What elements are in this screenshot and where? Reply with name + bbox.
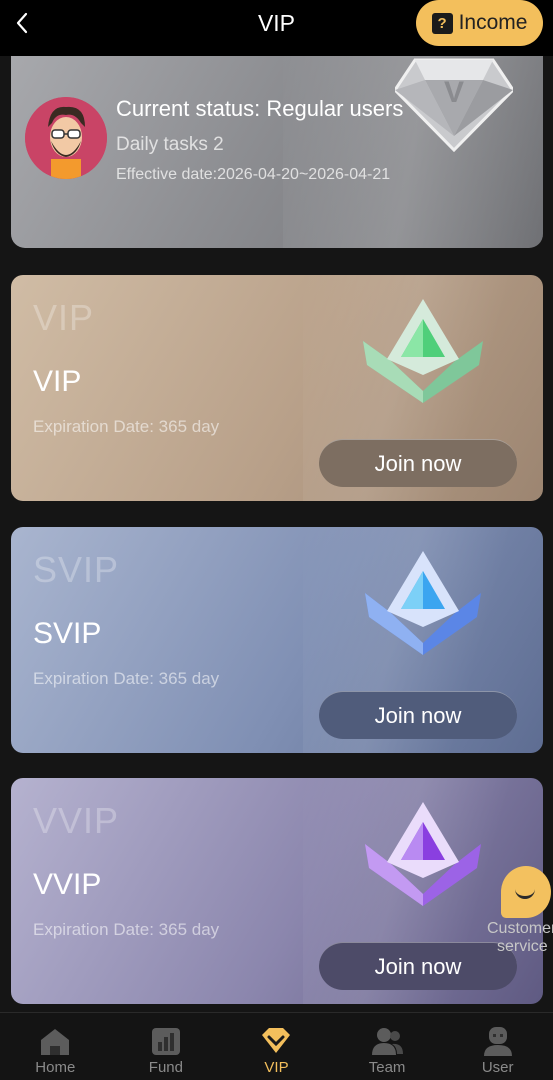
- chat-bubble-icon: [501, 866, 551, 918]
- top-bar: VIP ? Income: [0, 0, 553, 56]
- vvip-tier-card: VVIP VVIP Expiration Date: 365 day Join …: [11, 778, 543, 1004]
- tier-watermark: VVIP: [33, 800, 120, 841]
- svip-tier-card: SVIP SVIP Expiration Date: 365 day Join …: [11, 527, 543, 753]
- nav-home[interactable]: Home: [0, 1013, 111, 1080]
- bottom-nav: Home Fund VIP Team User: [0, 1012, 553, 1080]
- nav-user[interactable]: User: [442, 1013, 553, 1080]
- income-button[interactable]: ? Income: [416, 0, 543, 46]
- customer-service-button[interactable]: Customer service: [485, 866, 553, 961]
- daily-tasks-text: Daily tasks 2: [116, 134, 224, 155]
- avatar-illustration: [25, 97, 107, 179]
- current-status-card: V Current status: Regular users Daily ta…: [11, 40, 543, 248]
- question-icon: ?: [431, 12, 453, 34]
- nav-fund[interactable]: Fund: [111, 1013, 222, 1080]
- tier-expiration: Expiration Date: 365 day: [33, 669, 220, 688]
- nav-vip[interactable]: VIP: [221, 1013, 332, 1080]
- vip-page: VIP ? Income V Current status: Regular u…: [0, 0, 553, 1080]
- join-now-button[interactable]: Join now: [319, 691, 517, 739]
- green-crown-icon: [363, 299, 483, 403]
- join-now-button[interactable]: Join now: [319, 439, 517, 487]
- tier-expiration: Expiration Date: 365 day: [33, 417, 220, 436]
- v-diamond-icon: V: [395, 58, 513, 152]
- tier-expiration: Expiration Date: 365 day: [33, 920, 220, 939]
- vip-icon: [262, 1028, 291, 1053]
- tier-watermark: SVIP: [33, 549, 120, 590]
- income-label: Income: [458, 11, 528, 34]
- tier-name: VVIP: [33, 868, 102, 901]
- tier-name: VIP: [33, 365, 82, 398]
- avatar: [25, 97, 107, 179]
- fund-icon: [151, 1028, 180, 1055]
- svg-text:V: V: [444, 76, 464, 109]
- effective-date-text: Effective date:2026-04-20~2026-04-21: [116, 166, 391, 183]
- tier-watermark: VIP: [33, 297, 95, 338]
- customer-service-label: Customer service: [487, 920, 553, 955]
- current-status-text: Current status: Regular users: [116, 96, 404, 121]
- tier-name: SVIP: [33, 617, 102, 650]
- home-icon: [41, 1029, 70, 1055]
- team-icon: [372, 1028, 404, 1055]
- purple-crown-icon: [365, 802, 481, 906]
- blue-crown-icon: [365, 551, 481, 655]
- vip-tier-card: VIP VIP Expiration Date: 365 day Join no…: [11, 275, 543, 501]
- nav-team[interactable]: Team: [332, 1013, 443, 1080]
- user-icon: [483, 1027, 512, 1056]
